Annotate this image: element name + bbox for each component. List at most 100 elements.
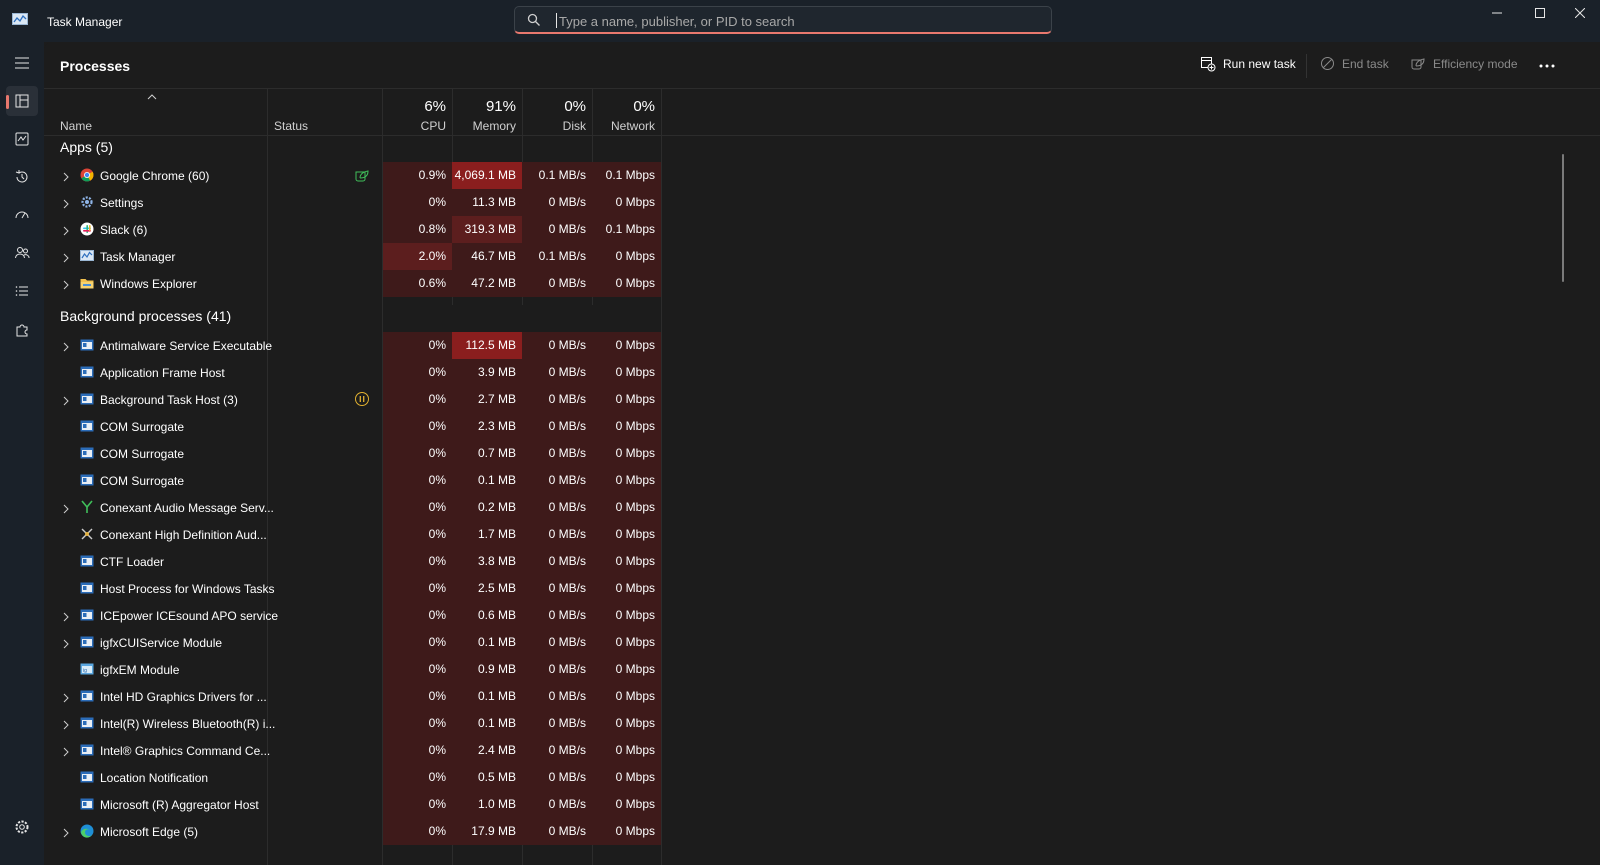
memory-value: 2.3 MB [452,413,522,440]
cpu-value: 0% [383,710,452,737]
chevron-right-icon[interactable] [61,692,71,703]
efficiency-mode-icon [354,167,370,183]
chevron-right-icon[interactable] [61,395,71,406]
chevron-right-icon[interactable] [61,341,71,352]
process-row[interactable]: 0% 0.2 MB 0 MB/s 0 Mbps Conexant Audio Messa… [44,494,1600,521]
search-input[interactable] [557,10,1041,32]
nav-users[interactable] [6,238,38,268]
nav-processes[interactable] [6,86,38,116]
process-row[interactable]: 0% 0.1 MB 0 MB/s 0 Mbps Intel HD Graphics Dr… [44,683,1600,710]
network-value: 0 Mbps [592,629,661,656]
search-box[interactable] [514,6,1052,34]
cpu-value: 0% [383,764,452,791]
column-label-memory: Memory [472,119,516,133]
memory-value: 0.1 MB [452,629,522,656]
disk-value: 0 MB/s [522,656,592,683]
column-header-disk[interactable]: 0% Disk [522,89,592,135]
disk-value: 0 MB/s [522,683,592,710]
chevron-right-icon[interactable] [61,638,71,649]
nav-settings[interactable] [6,812,38,842]
process-row[interactable]: 0% 2.3 MB 0 MB/s 0 Mbps COM Surrogate [44,413,1600,440]
column-label-status: Status [274,119,309,133]
svg-text:ig: ig [83,668,87,674]
chevron-right-icon[interactable] [61,198,71,209]
process-row[interactable]: 0% 17.9 MB 0 MB/s 0 Mbps Microsoft Edge (5) [44,818,1600,845]
chevron-right-icon[interactable] [61,746,71,757]
chevron-right-icon[interactable] [61,279,71,290]
process-row[interactable]: 0% 1.0 MB 0 MB/s 0 Mbps Microsoft (R) Aggreg… [44,791,1600,818]
process-row[interactable]: 0% 0.5 MB 0 MB/s 0 Mbps Location Notificatio… [44,764,1600,791]
cpu-total: 6% [424,98,446,115]
process-row[interactable]: 0% 112.5 MB 0 MB/s 0 Mbps Antimalware Servic… [44,332,1600,359]
process-row[interactable]: 0% 0.1 MB 0 MB/s 0 Mbps Intel(R) Wireless Bl… [44,710,1600,737]
page-title: Processes [60,58,131,74]
process-row[interactable]: 0% 3.8 MB 0 MB/s 0 Mbps CTF Loader [44,548,1600,575]
process-row[interactable]: 0% 0.7 MB 0 MB/s 0 Mbps COM Surrogate [44,440,1600,467]
process-row[interactable]: 0.9% 4,069.1 MB 0.1 MB/s 0.1 Mbps Google Chr… [44,162,1600,189]
process-name: Location Notification [100,771,209,785]
window-app-icon [80,365,94,379]
chevron-right-icon[interactable] [61,252,71,263]
process-row[interactable]: 0% 2.7 MB 0 MB/s 0 Mbps Background Task Host… [44,386,1600,413]
process-row[interactable]: 0% 2.4 MB 0 MB/s 0 Mbps Intel® Graphics Comm… [44,737,1600,764]
network-value: 0 Mbps [592,467,661,494]
process-row[interactable]: 0% 2.5 MB 0 MB/s 0 Mbps Host Process for Win… [44,575,1600,602]
minimize-button[interactable] [1474,0,1520,26]
chevron-right-icon[interactable] [61,225,71,236]
window-app-icon [80,581,94,595]
process-name: Microsoft (R) Aggregator Host [100,798,259,812]
header-bottom-divider [44,135,1600,136]
process-row[interactable]: 0.6% 47.2 MB 0 MB/s 0 Mbps Windows Explorer [44,270,1600,297]
disk-value: 0 MB/s [522,386,592,413]
memory-value: 1.7 MB [452,521,522,548]
folder-icon [80,276,94,290]
maximize-icon [1535,8,1545,18]
chevron-right-icon[interactable] [61,827,71,838]
column-header-cpu[interactable]: 6% CPU [383,89,452,135]
efficiency-mode-button[interactable]: Efficiency mode [1410,56,1518,71]
memory-value: 1.0 MB [452,791,522,818]
disk-value: 0 MB/s [522,332,592,359]
more-options-button[interactable] [1534,56,1560,76]
vertical-scrollbar[interactable] [1562,154,1564,282]
nav-details[interactable] [6,276,38,306]
window-app-icon [80,554,94,568]
process-row[interactable]: 0% 0.9 MB 0 MB/s 0 Mbps ig igfxEM Module [44,656,1600,683]
process-row[interactable]: 0% 11.3 MB 0 MB/s 0 Mbps Settings [44,189,1600,216]
process-row[interactable]: 0% 0.1 MB 0 MB/s 0 Mbps COM Surrogate [44,467,1600,494]
close-button[interactable] [1560,0,1600,26]
nav-app-history[interactable] [6,162,38,192]
nav-performance[interactable] [6,124,38,154]
process-row[interactable]: 0% 3.9 MB 0 MB/s 0 Mbps Application Frame Ho… [44,359,1600,386]
process-row[interactable]: 0% 0.6 MB 0 MB/s 0 Mbps ICEpower ICEsound AP… [44,602,1600,629]
memory-value: 11.3 MB [452,189,522,216]
cpu-value: 0% [383,791,452,818]
end-task-button[interactable]: End task [1320,56,1389,71]
chevron-right-icon[interactable] [61,503,71,514]
chevron-right-icon[interactable] [61,611,71,622]
nav-services[interactable] [6,315,38,345]
network-value: 0 Mbps [592,386,661,413]
group-header-background: Background processes (41) [60,308,232,324]
process-name: ICEpower ICEsound APO service [100,609,279,623]
hamburger-menu-button[interactable] [6,48,38,78]
column-header-network[interactable]: 0% Network [592,89,661,135]
nav-startup-apps[interactable] [6,200,38,230]
column-header-status[interactable]: Status [268,89,382,135]
process-row[interactable]: 0% 0.1 MB 0 MB/s 0 Mbps igfxCUIService Modul… [44,629,1600,656]
chevron-right-icon[interactable] [61,719,71,730]
disk-value: 0 MB/s [522,602,592,629]
run-new-task-label: Run new task [1223,57,1296,71]
run-new-task-button[interactable]: Run new task [1200,56,1296,72]
memory-value: 4,069.1 MB [452,162,522,189]
column-header-name[interactable]: Name [44,89,267,135]
services-puzzle-icon [16,324,28,337]
process-row[interactable]: 0.8% 319.3 MB 0 MB/s 0.1 Mbps Slack (6) [44,216,1600,243]
cpu-value: 0% [383,656,452,683]
process-row[interactable]: 0% 1.7 MB 0 MB/s 0 Mbps Conexant High Defini… [44,521,1600,548]
process-row[interactable]: 2.0% 46.7 MB 0.1 MB/s 0 Mbps Task Manager [44,243,1600,270]
maximize-button[interactable] [1517,0,1563,26]
column-header-memory[interactable]: 91% Memory [452,89,522,135]
chevron-right-icon[interactable] [61,171,71,182]
process-name: igfxEM Module [100,663,180,677]
